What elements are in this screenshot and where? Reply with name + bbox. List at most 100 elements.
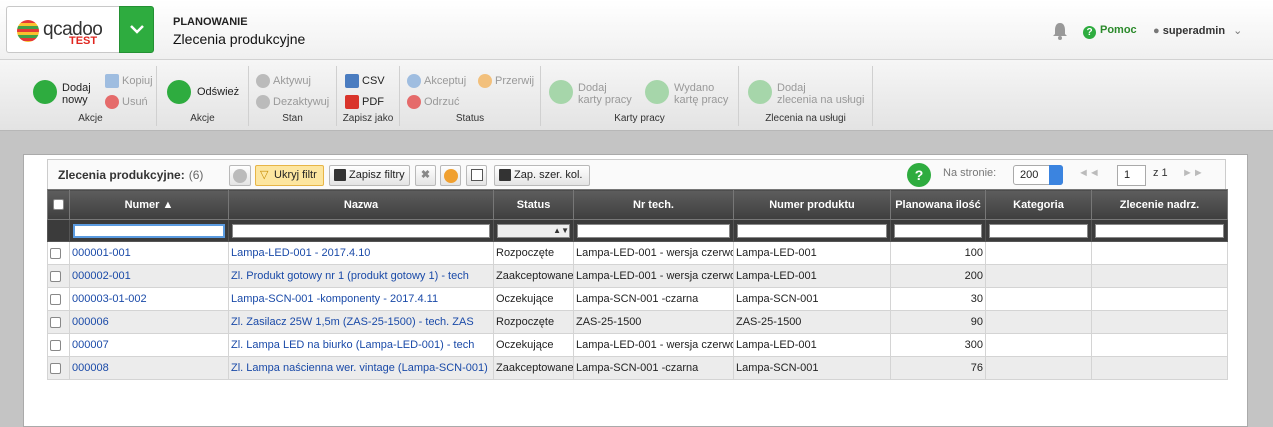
next-page-icon[interactable]: ►► (1182, 167, 1204, 179)
cell-name[interactable]: Lampa-SCN-001 -komponenty - 2017.4.11 (228, 287, 494, 311)
help-link[interactable]: ? Pomoc (1083, 24, 1137, 39)
cell-number[interactable]: 000001-001 (69, 241, 229, 265)
filter-parent-order-input[interactable] (1095, 223, 1224, 238)
column-header-tech[interactable]: Nr tech. (573, 189, 734, 220)
interrupt-label: Przerwij (495, 75, 535, 87)
filter-category[interactable] (985, 219, 1092, 242)
filter-tech-input[interactable] (577, 223, 730, 238)
cell-name[interactable]: Zl. Lampa LED na biurko (Lampa-LED-001) … (228, 333, 494, 357)
issued-label-2: kartę pracy (674, 94, 729, 106)
row-checkbox[interactable] (50, 270, 61, 282)
cell-parent (1091, 287, 1228, 311)
row-checkbox[interactable] (50, 293, 61, 305)
row-checkbox[interactable] (50, 247, 61, 259)
column-header-category[interactable]: Kategoria (985, 189, 1092, 220)
filter-parent-order[interactable] (1091, 219, 1228, 242)
issued-label-1: Wydano (674, 82, 715, 94)
cell-category (985, 333, 1092, 357)
table-row[interactable]: 000001-001 Lampa-LED-001 - 2017.4.10 Rozpo… (47, 241, 1228, 265)
row-select[interactable] (47, 356, 70, 380)
filter-planned-qty[interactable] (890, 219, 986, 242)
save-column-widths-button[interactable]: Zap. szer. kol. (494, 165, 590, 186)
cell-qty: 76 (890, 356, 986, 380)
cell-status: Rozpoczęte (493, 310, 574, 334)
per-page-select[interactable]: 200 (1013, 165, 1063, 185)
cell-name[interactable]: Zl. Lampa naścienna wer. vintage (Lampa-… (228, 356, 494, 380)
filter-tech[interactable] (573, 219, 734, 242)
help-icon[interactable]: ? (907, 163, 931, 187)
row-checkbox[interactable] (50, 316, 61, 328)
ribbon-group-state: Aktywuj Dezaktywuj Stan (249, 66, 337, 126)
filter-name[interactable] (228, 219, 494, 242)
table-row[interactable]: 000008 Zl. Lampa naścienna wer. vintage (… (47, 356, 1228, 380)
filter-category-input[interactable] (989, 223, 1088, 238)
cell-status: Zaakceptowane (493, 356, 574, 380)
cell-name[interactable]: Lampa-LED-001 - 2017.4.10 (228, 241, 494, 265)
section-label: PLANOWANIE (173, 16, 248, 28)
deactivate-icon (256, 95, 270, 109)
column-header-number[interactable]: Numer ▲ (69, 189, 229, 220)
filter-product-input[interactable] (737, 223, 887, 238)
column-header-planned-qty[interactable]: Planowana ilość (890, 189, 986, 220)
row-select[interactable] (47, 310, 70, 334)
cell-number[interactable]: 000008 (69, 356, 229, 380)
filter-name-input[interactable] (232, 223, 490, 238)
table-row[interactable]: 000002-001 Zl. Produkt gotowy nr 1 (produ… (47, 264, 1228, 288)
column-header-name[interactable]: Nazwa (228, 189, 494, 220)
row-select[interactable] (47, 287, 70, 311)
main-menu-button[interactable] (119, 6, 154, 53)
cell-number[interactable]: 000007 (69, 333, 229, 357)
cell-category (985, 310, 1092, 334)
filter-status[interactable]: ▲▼ (493, 219, 574, 242)
save-filters-button[interactable]: Zapisz filtry (329, 165, 410, 186)
columns-button[interactable] (466, 165, 487, 186)
row-select[interactable] (47, 333, 70, 357)
filter-number[interactable] (69, 219, 229, 242)
cell-name[interactable]: Zl. Zasilacz 25W 1,5m (ZAS-25-1500) - te… (228, 310, 494, 334)
qcadoo-logo[interactable]: qcadoo TEST (6, 6, 119, 53)
save-widths-label: Zap. szer. kol. (514, 169, 583, 181)
cell-status: Oczekujące (493, 287, 574, 311)
user-menu[interactable]: ● superadmin ⌄ (1153, 24, 1242, 37)
filter-number-input[interactable] (73, 223, 225, 238)
page-input[interactable]: 1 (1117, 165, 1146, 186)
table-row[interactable]: 000007 Zl. Lampa LED na biurko (Lampa-LED… (47, 333, 1228, 357)
column-header-product[interactable]: Numer produktu (733, 189, 891, 220)
cell-number[interactable]: 000002-001 (69, 264, 229, 288)
cell-qty: 300 (890, 333, 986, 357)
activate-label: Aktywuj (273, 75, 311, 87)
group-label-service-orders: Zlecenia na usługi (765, 113, 846, 124)
clear-filters-button[interactable]: ✖ (415, 165, 436, 186)
filter-status-select[interactable]: ▲▼ (497, 223, 570, 238)
first-page-icon[interactable]: ◄◄ (1078, 167, 1100, 179)
reject-icon (407, 95, 421, 109)
cell-category (985, 287, 1092, 311)
columns-icon (471, 169, 483, 181)
group-label-actions-2: Akcje (190, 113, 215, 124)
cell-qty: 90 (890, 310, 986, 334)
row-checkbox[interactable] (50, 339, 61, 351)
cell-number[interactable]: 000006 (69, 310, 229, 334)
column-header-status[interactable]: Status (493, 189, 574, 220)
bell-icon[interactable] (1052, 21, 1068, 41)
filter-row: ▲▼ (47, 219, 1228, 242)
column-header-parent-order[interactable]: Zlecenie nadrz. (1091, 189, 1228, 220)
filter-planned-qty-input[interactable] (894, 223, 982, 238)
cell-status: Rozpoczęte (493, 241, 574, 265)
csv-label: CSV (362, 75, 385, 87)
cell-product: Lampa-LED-001 (733, 333, 891, 357)
table-row[interactable]: 000003-01-002 Lampa-SCN-001 -komponenty -… (47, 287, 1228, 311)
row-checkbox[interactable] (50, 362, 61, 374)
table-row[interactable]: 000006 Zl. Zasilacz 25W 1,5m (ZAS-25-1500… (47, 310, 1228, 334)
select-all-checkbox[interactable] (53, 199, 64, 211)
hide-filter-button[interactable]: ▽ Ukryj filtr (255, 165, 324, 186)
reset-button[interactable] (440, 165, 461, 186)
row-select[interactable] (47, 264, 70, 288)
cell-number[interactable]: 000003-01-002 (69, 287, 229, 311)
edit-grid-button[interactable] (229, 165, 251, 186)
cell-name[interactable]: Zl. Produkt gotowy nr 1 (produkt gotowy … (228, 264, 494, 288)
add-new-label-2: nowy (62, 94, 88, 106)
row-select[interactable] (47, 241, 70, 265)
select-all-header[interactable] (47, 189, 70, 220)
filter-product[interactable] (733, 219, 891, 242)
